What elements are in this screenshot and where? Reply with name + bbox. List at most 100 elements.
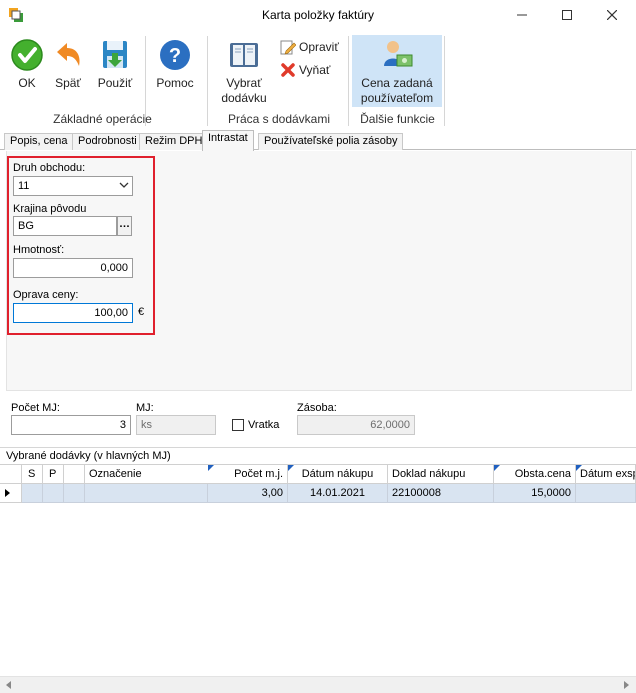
country-input[interactable]: BG: [13, 216, 117, 236]
edit-pencil-icon: [280, 40, 296, 55]
select-supply-label: Vybrať dodávku: [221, 76, 266, 106]
ribbon-separator: [207, 36, 208, 126]
weight-label: Hmotnosť:: [13, 244, 65, 256]
price-correction-label: Oprava ceny:: [13, 289, 79, 301]
table-row-cell-blank[interactable]: [64, 484, 85, 503]
sort-marker-icon: [208, 465, 214, 471]
row-selector[interactable]: [0, 484, 22, 503]
apply-button[interactable]: Použiť: [95, 38, 135, 91]
ribbon-toolbar: OK Späť Použiť ? Pomoc Základné operácie: [0, 30, 636, 128]
ribbon-separator: [444, 36, 445, 126]
user-money-icon: [384, 41, 413, 67]
tab-details[interactable]: Podrobnosti: [72, 133, 143, 150]
current-row-icon: [5, 489, 10, 497]
save-apply-icon: [103, 41, 127, 68]
table-row-cell-qty[interactable]: 3,00: [208, 484, 288, 503]
help-button[interactable]: ? Pomoc: [153, 38, 197, 91]
minimize-button[interactable]: [510, 4, 534, 26]
tab-vat-mode[interactable]: Režim DPH: [139, 133, 209, 150]
maximize-button[interactable]: [555, 4, 579, 26]
return-label: Vratka: [248, 419, 280, 431]
table-row-cell-doc[interactable]: 22100008: [388, 484, 494, 503]
qty-input[interactable]: 3: [11, 415, 131, 435]
trade-type-value: 11: [18, 180, 30, 192]
col-label-text: Označenie: [89, 468, 142, 480]
table-row-cell-price[interactable]: 15,0000: [494, 484, 576, 503]
stock-label: Zásoba:: [297, 402, 337, 414]
col-header-date[interactable]: Dátum nákupu: [288, 464, 388, 484]
unit-label: MJ:: [136, 402, 154, 414]
ribbon-separator: [348, 36, 349, 126]
currency-symbol: €: [138, 306, 145, 318]
return-checkbox[interactable]: [232, 419, 244, 431]
col-header-blank[interactable]: [64, 464, 85, 484]
ok-button[interactable]: OK: [9, 38, 45, 91]
group-basic-operations: Základné operácie: [53, 112, 152, 126]
tab-description-price[interactable]: Popis, cena: [4, 133, 74, 150]
horizontal-scrollbar[interactable]: [0, 676, 636, 693]
col-header-p[interactable]: P: [43, 464, 64, 484]
minimize-icon: [517, 14, 527, 16]
sort-marker-icon: [576, 465, 582, 471]
col-s-text: S: [28, 468, 36, 480]
title-bar: Karta položky faktúry: [0, 0, 636, 30]
maximize-icon: [562, 10, 572, 20]
group-supplies: Práca s dodávkami: [227, 112, 331, 126]
col-header-price[interactable]: Obsta.cena: [494, 464, 576, 484]
user-price-label: Cena zadaná používateľom: [361, 76, 433, 106]
table-row-cell-exp[interactable]: [576, 484, 636, 503]
stock-input: 62,0000: [297, 415, 415, 435]
undo-arrow-icon: [57, 43, 80, 66]
col-qty-text: Počet m.j.: [234, 468, 283, 480]
country-lookup-button[interactable]: …: [117, 216, 132, 236]
help-icon: ?: [160, 40, 190, 70]
weight-input[interactable]: 0,000: [13, 258, 133, 278]
country-label: Krajina pôvodu: [13, 203, 87, 215]
col-header-doc[interactable]: Doklad nákupu: [388, 464, 494, 484]
remove-button[interactable]: Vyňať: [280, 62, 330, 78]
col-header-s[interactable]: S: [22, 464, 43, 484]
edit-label: Opraviť: [299, 40, 339, 54]
col-price-text: Obsta.cena: [514, 468, 571, 480]
tab-user-fields[interactable]: Používateľské polia zásoby: [258, 133, 404, 150]
qty-label: Počet MJ:: [11, 402, 60, 414]
section-divider: [0, 447, 636, 448]
col-header-qty[interactable]: Počet m.j.: [208, 464, 288, 484]
intrastat-panel: Druh obchodu: 11 Krajina pôvodu BG … Hmo…: [6, 151, 632, 391]
grid-caption: Vybrané dodávky (v hlavných MJ): [6, 450, 171, 462]
user-price-label-line1: Cena zadaná: [361, 76, 433, 90]
sort-marker-icon: [494, 465, 500, 471]
select-supply-label-line1: Vybrať: [226, 76, 262, 90]
col-doc-text: Doklad nákupu: [392, 468, 466, 480]
select-supply-label-line2: dodávku: [221, 91, 267, 105]
chevron-down-icon: [119, 182, 129, 188]
col-date-text: Dátum nákupu: [301, 468, 374, 480]
unit-input[interactable]: ks: [136, 415, 216, 435]
user-price-button[interactable]: Cena zadaná používateľom: [356, 38, 438, 106]
remove-label: Vyňať: [299, 63, 331, 77]
tab-strip: Popis, cena Podrobnosti Režim DPH Intras…: [0, 130, 636, 151]
tab-intrastat[interactable]: Intrastat: [202, 130, 254, 151]
price-correction-input[interactable]: 100,00: [13, 303, 133, 323]
user-price-label-line2: používateľom: [360, 91, 434, 105]
col-header-exp[interactable]: Dátum exsp: [576, 464, 636, 484]
scroll-left-icon[interactable]: [6, 681, 11, 689]
close-button[interactable]: [600, 4, 624, 26]
window-title: Karta položky faktúry: [261, 8, 375, 22]
table-row-cell-s[interactable]: [22, 484, 43, 503]
ok-label: OK: [18, 76, 36, 90]
table-row-cell-date[interactable]: 14.01.2021: [288, 484, 388, 503]
col-p-text: P: [49, 468, 57, 480]
back-button[interactable]: Späť: [50, 38, 86, 91]
remove-x-icon: [281, 63, 295, 77]
trade-type-select[interactable]: 11: [13, 176, 133, 196]
table-row-cell-p[interactable]: [43, 484, 64, 503]
edit-button[interactable]: Opraviť: [280, 39, 339, 55]
trade-type-label: Druh obchodu:: [13, 162, 86, 174]
select-supply-button[interactable]: Vybrať dodávku: [218, 38, 270, 106]
table-row-cell-label[interactable]: [85, 484, 208, 503]
grid-corner: [0, 464, 22, 484]
svg-text:?: ?: [169, 45, 181, 67]
scroll-right-icon[interactable]: [624, 681, 629, 689]
sort-marker-icon: [288, 465, 294, 471]
